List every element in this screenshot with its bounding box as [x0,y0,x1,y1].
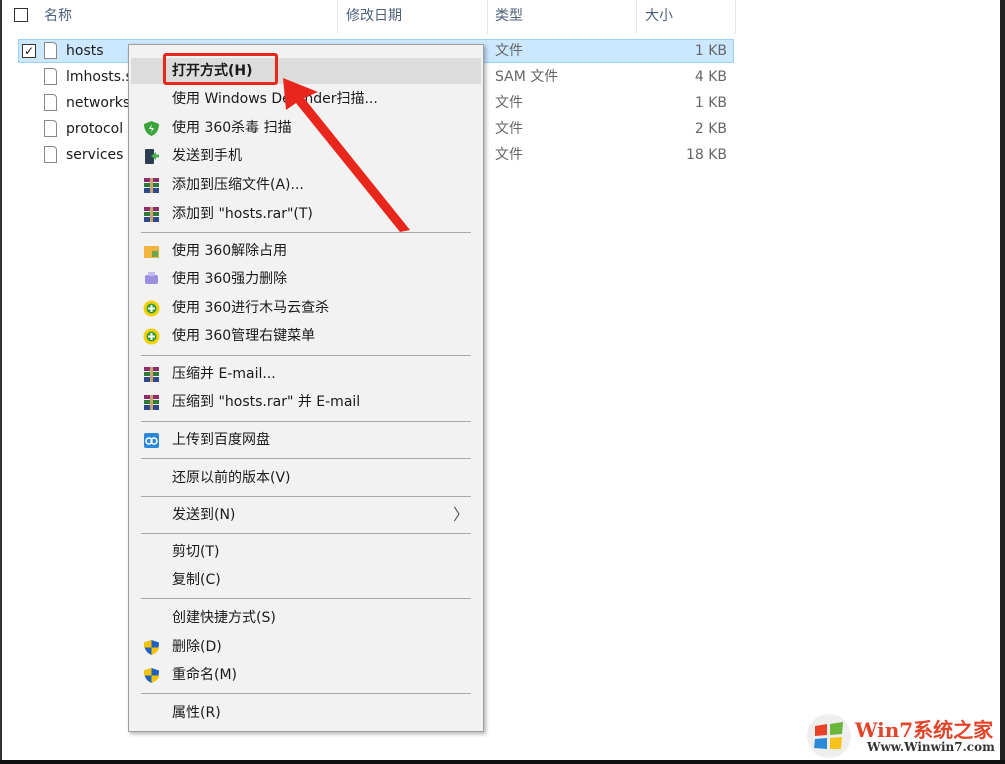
windows-logo-icon [805,712,853,760]
watermark-title: Win7系统之家 [855,714,993,743]
watermark-url: Www.Winwin7.com [867,740,995,754]
watermark-logo: Win7系统之家 Www.Winwin7.com [805,712,1000,760]
annotation-arrow [0,0,1005,764]
